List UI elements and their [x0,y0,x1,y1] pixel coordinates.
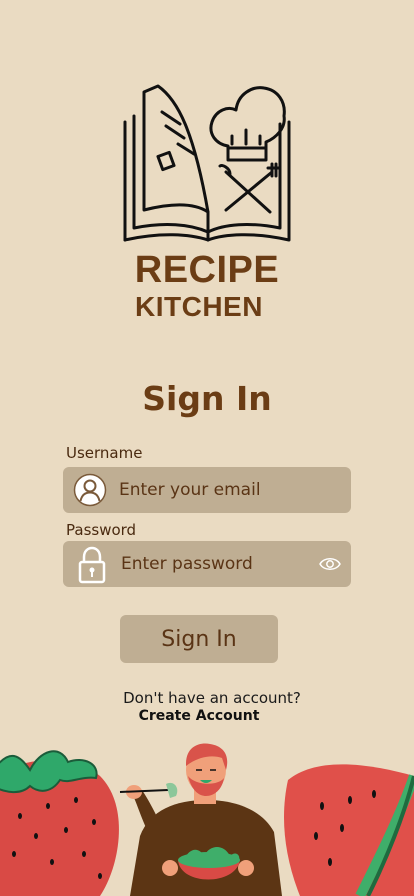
lock-icon [78,546,106,584]
brand-title-line1: RECIPE [134,249,280,291]
password-label: Password [66,521,137,539]
username-input[interactable] [119,467,309,513]
recipe-book-logo-icon [123,84,291,242]
eye-icon[interactable] [319,554,341,574]
user-circle-icon [73,473,107,507]
watermelon-icon [284,764,414,896]
page-title: Sign In [142,379,272,418]
password-input[interactable] [121,541,311,587]
username-label: Username [66,444,143,462]
username-field[interactable] [63,467,351,513]
brand-title-line2: KITCHEN [135,291,263,322]
food-illustration [0,743,414,896]
man-eating-salad-icon [119,743,282,896]
create-account-link[interactable]: Create Account [0,708,398,724]
signup-prompt: Don't have an account? [123,689,301,707]
sign-in-button[interactable]: Sign In [120,615,278,663]
strawberry-icon [0,750,119,896]
password-field[interactable] [63,541,351,587]
